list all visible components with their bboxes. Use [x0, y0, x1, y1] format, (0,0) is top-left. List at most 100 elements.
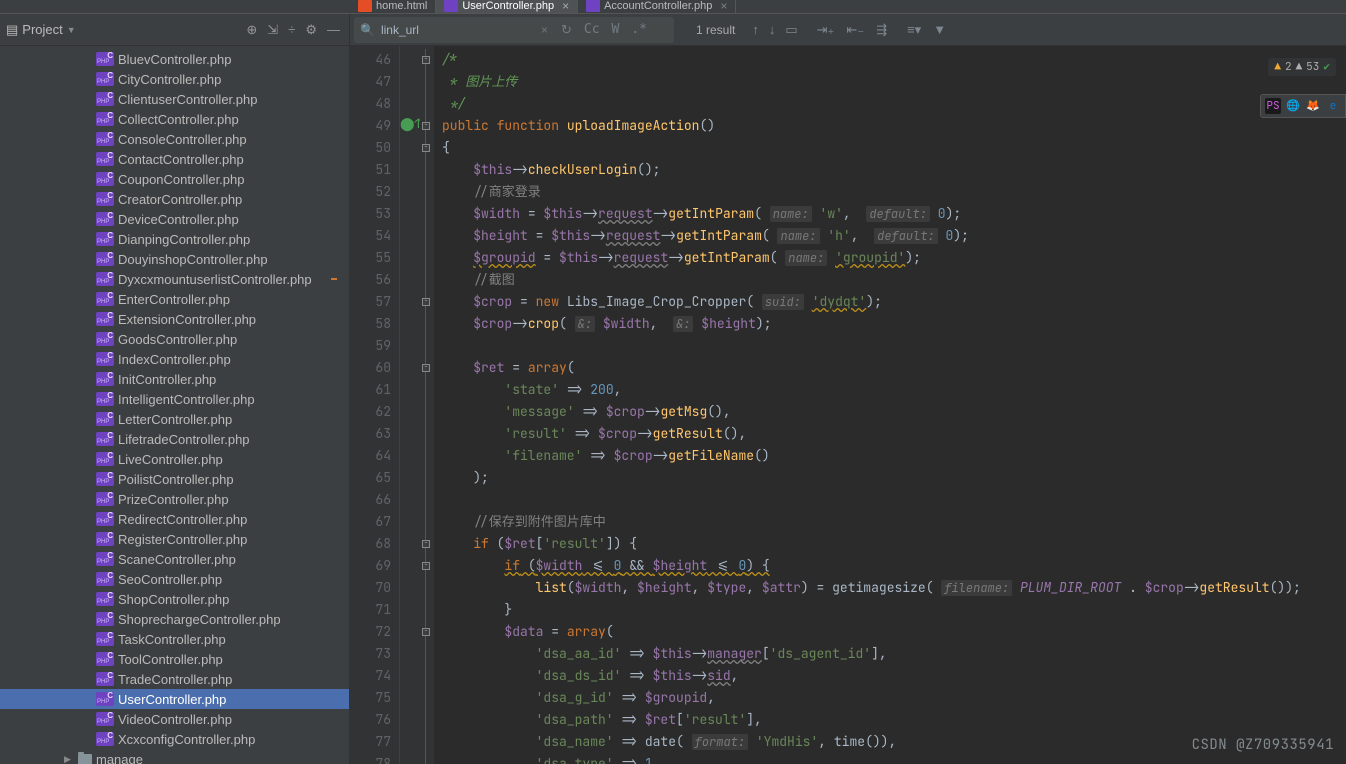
fold-toggle[interactable]: −	[422, 122, 430, 130]
expand-icon[interactable]: ⇲	[264, 22, 281, 38]
tree-file-item[interactable]: PHPPrizeController.php	[0, 489, 349, 509]
hide-icon[interactable]: —	[324, 22, 343, 37]
tree-file-item[interactable]: PHPVideoController.php	[0, 709, 349, 729]
fold-toggle[interactable]: −	[422, 298, 430, 306]
tree-file-item[interactable]: PHPShopController.php	[0, 589, 349, 609]
php-file-icon: PHP	[96, 732, 114, 746]
tree-file-item[interactable]: PHPGoodsController.php	[0, 329, 349, 349]
tree-item-label: TaskController.php	[118, 632, 226, 647]
tree-file-item[interactable]: PHPExtensionController.php	[0, 309, 349, 329]
add-selection-icon[interactable]: ⇥₊	[812, 22, 840, 38]
tree-file-item[interactable]: PHPDouyinshopController.php	[0, 249, 349, 269]
tree-file-item[interactable]: PHPRedirectController.php	[0, 509, 349, 529]
override-marker-icon[interactable]: ⬤↑	[400, 115, 422, 132]
firefox-icon[interactable]: 🦊	[1305, 98, 1321, 114]
tree-file-item[interactable]: PHPBluevController.php	[0, 49, 349, 69]
tree-file-item[interactable]: PHPCreatorController.php	[0, 189, 349, 209]
fold-toggle[interactable]: −	[422, 364, 430, 372]
tree-file-item[interactable]: PHPRegisterController.php	[0, 529, 349, 549]
fold-toggle[interactable]: −	[422, 56, 430, 64]
tree-file-item[interactable]: PHPCouponController.php	[0, 169, 349, 189]
tree-file-item[interactable]: PHPCollectController.php	[0, 109, 349, 129]
tree-file-item[interactable]: PHPLifetradeController.php	[0, 429, 349, 449]
tree-file-item[interactable]: PHPEnterController.php	[0, 289, 349, 309]
tree-item-label: LifetradeController.php	[118, 432, 250, 447]
close-icon[interactable]: ×	[720, 0, 727, 13]
words-toggle[interactable]: W	[609, 22, 623, 37]
close-icon[interactable]: ×	[562, 0, 569, 13]
project-tool-window-header[interactable]: ▤ Project ▼ ⊕ ⇲ ÷ ⚙ —	[0, 14, 350, 45]
remove-selection-icon[interactable]: ⇤₋	[841, 22, 869, 38]
tree-item-label: RedirectController.php	[118, 512, 247, 527]
php-file-icon: PHP	[96, 572, 114, 586]
tree-file-item[interactable]: PHPDeviceController.php	[0, 209, 349, 229]
locate-icon[interactable]: ⊕	[243, 22, 260, 38]
fold-toggle[interactable]: −	[422, 540, 430, 548]
regex-toggle[interactable]: .*	[628, 22, 650, 37]
tree-file-item[interactable]: PHPTaskController.php	[0, 629, 349, 649]
tree-item-label: DouyinshopController.php	[118, 252, 268, 267]
tree-item-label: ExtensionController.php	[118, 312, 256, 327]
code-editor[interactable]: 4647484950515253545556575859606162636465…	[350, 46, 1346, 764]
tab-accountcontroller[interactable]: AccountController.php ×	[578, 0, 736, 13]
tree-file-item[interactable]: PHPScaneController.php	[0, 549, 349, 569]
tree-file-item[interactable]: PHP ClientuserController.php	[0, 89, 349, 109]
php-file-icon: PHP	[96, 692, 114, 706]
chrome-icon[interactable]: 🌐	[1285, 98, 1301, 114]
tree-file-item[interactable]: PHPInitController.php	[0, 369, 349, 389]
fold-strip[interactable]: − − − − − − − −	[420, 46, 434, 764]
tree-file-item[interactable]: PHPIntelligentController.php	[0, 389, 349, 409]
tree-file-item[interactable]: PHPLetterController.php	[0, 409, 349, 429]
chevron-down-icon[interactable]: ▼	[67, 25, 76, 35]
tree-folder-item[interactable]: ▶ manage	[0, 749, 349, 764]
fold-toggle[interactable]: −	[422, 628, 430, 636]
search-input[interactable]	[381, 23, 531, 37]
inspections-widget[interactable]: ▲ 2 ▲ 53 ✔	[1268, 58, 1336, 76]
fold-toggle[interactable]: −	[422, 144, 430, 152]
tree-file-item[interactable]: PHPDyxcxmountuserlistController.php	[0, 269, 349, 289]
tree-item-label: manage	[96, 752, 143, 764]
collapse-icon[interactable]: ÷	[285, 22, 298, 37]
clear-search-icon[interactable]: ×	[537, 23, 552, 37]
code-area[interactable]: /* * 图片上传 */public function uploadImageA…	[434, 46, 1346, 764]
next-match-icon[interactable]: ↓	[764, 22, 781, 37]
tree-file-item[interactable]: PHPDianpingController.php	[0, 229, 349, 249]
tree-file-item[interactable]: PHPIndexController.php	[0, 349, 349, 369]
php-file-icon: PHP	[96, 372, 114, 386]
select-all-icon[interactable]: ▭	[780, 22, 802, 38]
tree-file-item[interactable]: PHPTradeController.php	[0, 669, 349, 689]
tree-file-item[interactable]: PHPSeoController.php	[0, 569, 349, 589]
tree-item-label: ClientuserController.php	[118, 92, 257, 107]
line-numbers: 4647484950515253545556575859606162636465…	[350, 46, 400, 764]
tree-file-item[interactable]: PHPUserController.php	[0, 689, 349, 709]
tree-file-item[interactable]: PHPCityController.php	[0, 69, 349, 89]
tree-file-item[interactable]: PHPConsoleController.php	[0, 129, 349, 149]
edge-icon[interactable]: e	[1325, 98, 1341, 114]
tree-file-item[interactable]: PHPContactController.php	[0, 149, 349, 169]
tree-file-item[interactable]: PHPToolController.php	[0, 649, 349, 669]
tree-file-item[interactable]: PHPShoprechargeController.php	[0, 609, 349, 629]
tab-usercontroller[interactable]: UserController.php ×	[436, 0, 578, 13]
project-tree[interactable]: PHPBluevController.phpPHPCityController.…	[0, 46, 350, 764]
tree-item-label: PrizeController.php	[118, 492, 229, 507]
marker-strip: ⬤↑	[400, 46, 420, 764]
filter-icon[interactable]: ▼	[928, 22, 951, 38]
tree-file-item[interactable]: PHPLiveController.php	[0, 449, 349, 469]
fold-toggle[interactable]: −	[422, 562, 430, 570]
tree-file-item[interactable]: PHPPoilistController.php	[0, 469, 349, 489]
warning-icon: ▲	[1274, 60, 1281, 74]
chevron-right-icon[interactable]: ▶	[64, 754, 74, 764]
php-file-icon: PHP	[96, 672, 114, 686]
select-occurrences-icon[interactable]: ⇶	[871, 22, 892, 38]
tree-file-item[interactable]: PHPXcxconfigController.php	[0, 729, 349, 749]
php-file-icon: PHP	[96, 352, 114, 366]
phpstorm-icon[interactable]: PS	[1265, 98, 1281, 114]
php-file-icon: PHP	[96, 92, 114, 106]
filter-dropdown-icon[interactable]: ≡▾	[902, 22, 926, 38]
tab-home[interactable]: home.html	[350, 0, 436, 13]
php-file-icon: PHP	[96, 272, 114, 286]
prev-match-icon[interactable]: ↑	[747, 22, 764, 37]
gear-icon[interactable]: ⚙	[302, 22, 320, 38]
search-history-icon[interactable]: ↻	[558, 22, 575, 38]
match-case-toggle[interactable]: Cc	[581, 22, 603, 37]
